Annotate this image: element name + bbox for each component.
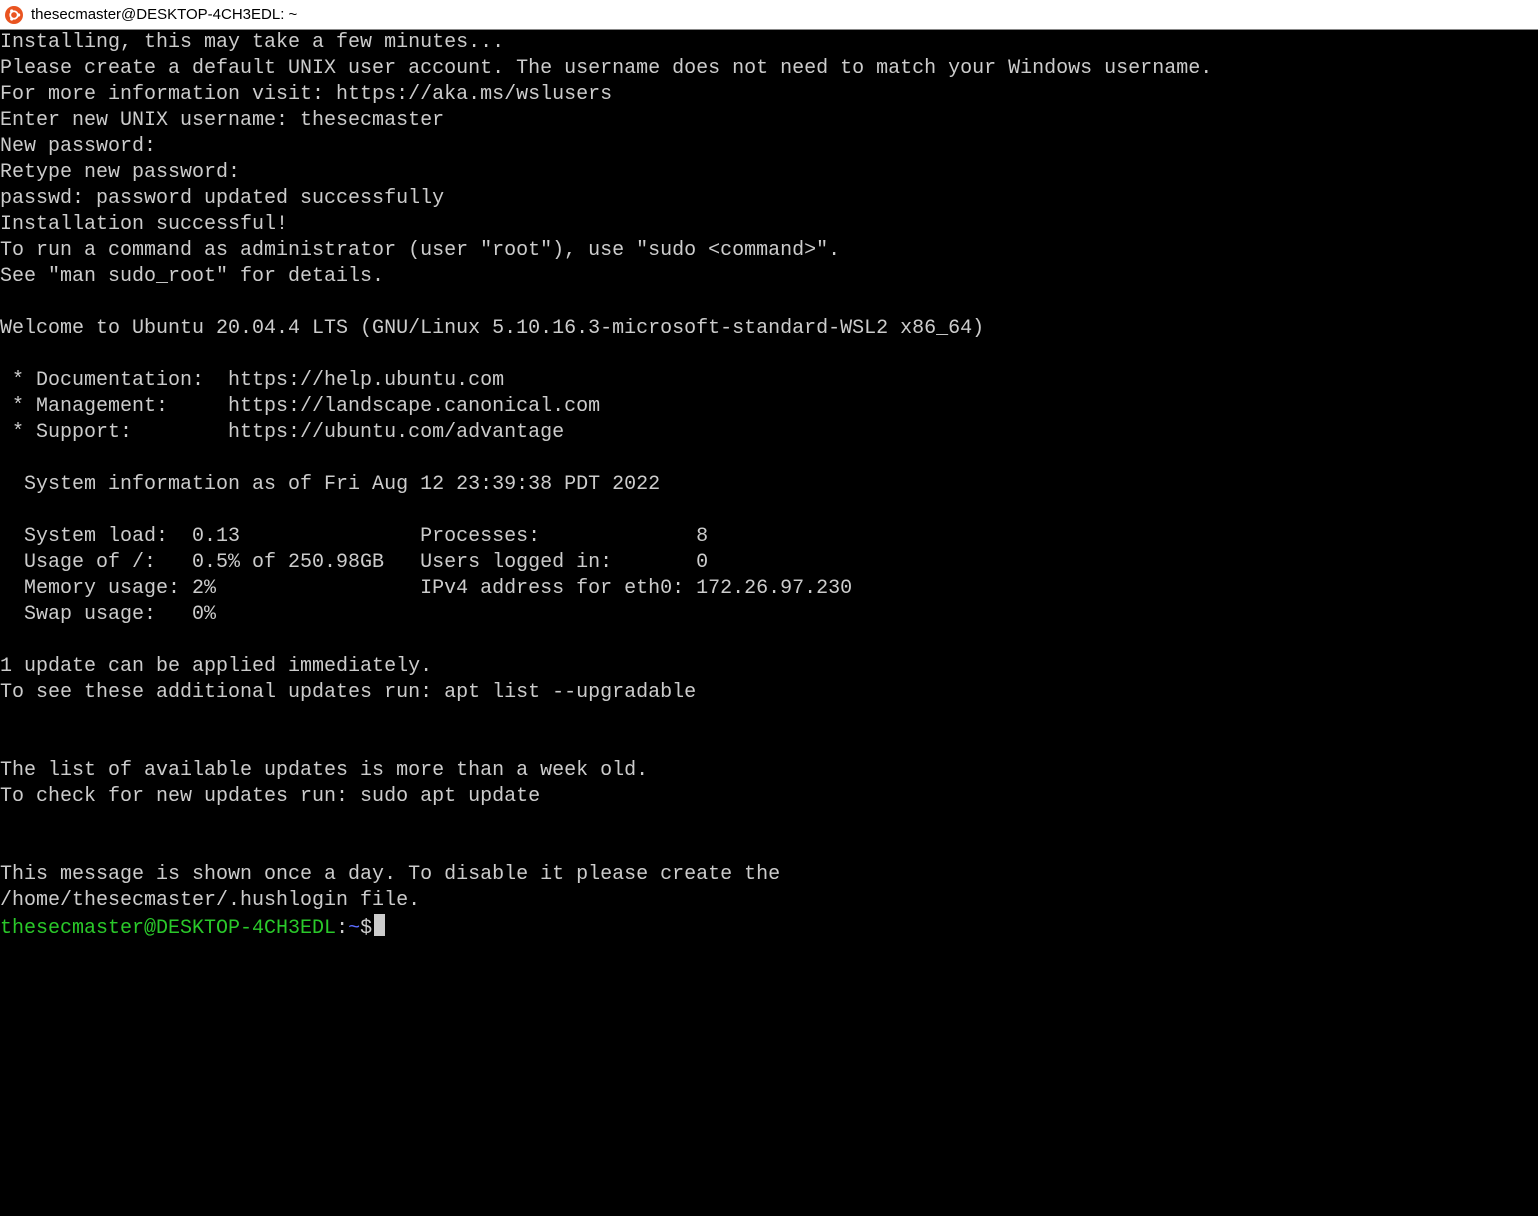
terminal-line: Swap usage: 0% [0, 603, 216, 626]
terminal-line: To run a command as administrator (user … [0, 239, 840, 262]
terminal-line: Usage of /: 0.5% of 250.98GB Users logge… [0, 551, 708, 574]
terminal-line: * Support: https://ubuntu.com/advantage [0, 421, 564, 444]
prompt-dollar: $ [360, 917, 372, 940]
prompt-path: ~ [348, 917, 360, 940]
prompt-colon: : [336, 917, 348, 940]
terminal-line: System information as of Fri Aug 12 23:3… [0, 473, 660, 496]
terminal-line: /home/thesecmaster/.hushlogin file. [0, 889, 420, 912]
terminal-line: passwd: password updated successfully [0, 187, 444, 210]
terminal-line: To see these additional updates run: apt… [0, 681, 696, 704]
terminal-line: New password: [0, 135, 156, 158]
prompt-user-host: thesecmaster@DESKTOP-4CH3EDL [0, 917, 336, 940]
ubuntu-icon [5, 6, 23, 24]
terminal-line: * Documentation: https://help.ubuntu.com [0, 369, 504, 392]
terminal-line: To check for new updates run: sudo apt u… [0, 785, 540, 808]
terminal-line: Retype new password: [0, 161, 240, 184]
terminal-cursor[interactable] [374, 914, 385, 936]
terminal-line: For more information visit: https://aka.… [0, 83, 612, 106]
terminal-line: This message is shown once a day. To dis… [0, 863, 780, 886]
terminal-line: Installation successful! [0, 213, 288, 236]
terminal-line: The list of available updates is more th… [0, 759, 648, 782]
terminal-line: Welcome to Ubuntu 20.04.4 LTS (GNU/Linux… [0, 317, 984, 340]
terminal-line: Memory usage: 2% IPv4 address for eth0: … [0, 577, 852, 600]
terminal-line: Enter new UNIX username: thesecmaster [0, 109, 444, 132]
terminal-line: Please create a default UNIX user accoun… [0, 57, 1212, 80]
window-title: thesecmaster@DESKTOP-4CH3EDL: ~ [31, 2, 297, 28]
terminal-line: System load: 0.13 Processes: 8 [0, 525, 708, 548]
terminal-line: 1 update can be applied immediately. [0, 655, 432, 678]
window-titlebar: thesecmaster@DESKTOP-4CH3EDL: ~ [0, 0, 1538, 30]
terminal-line: * Management: https://landscape.canonica… [0, 395, 600, 418]
terminal-output[interactable]: Installing, this may take a few minutes.… [0, 30, 1538, 942]
terminal-line: Installing, this may take a few minutes.… [0, 31, 504, 54]
terminal-line: See "man sudo_root" for details. [0, 265, 384, 288]
